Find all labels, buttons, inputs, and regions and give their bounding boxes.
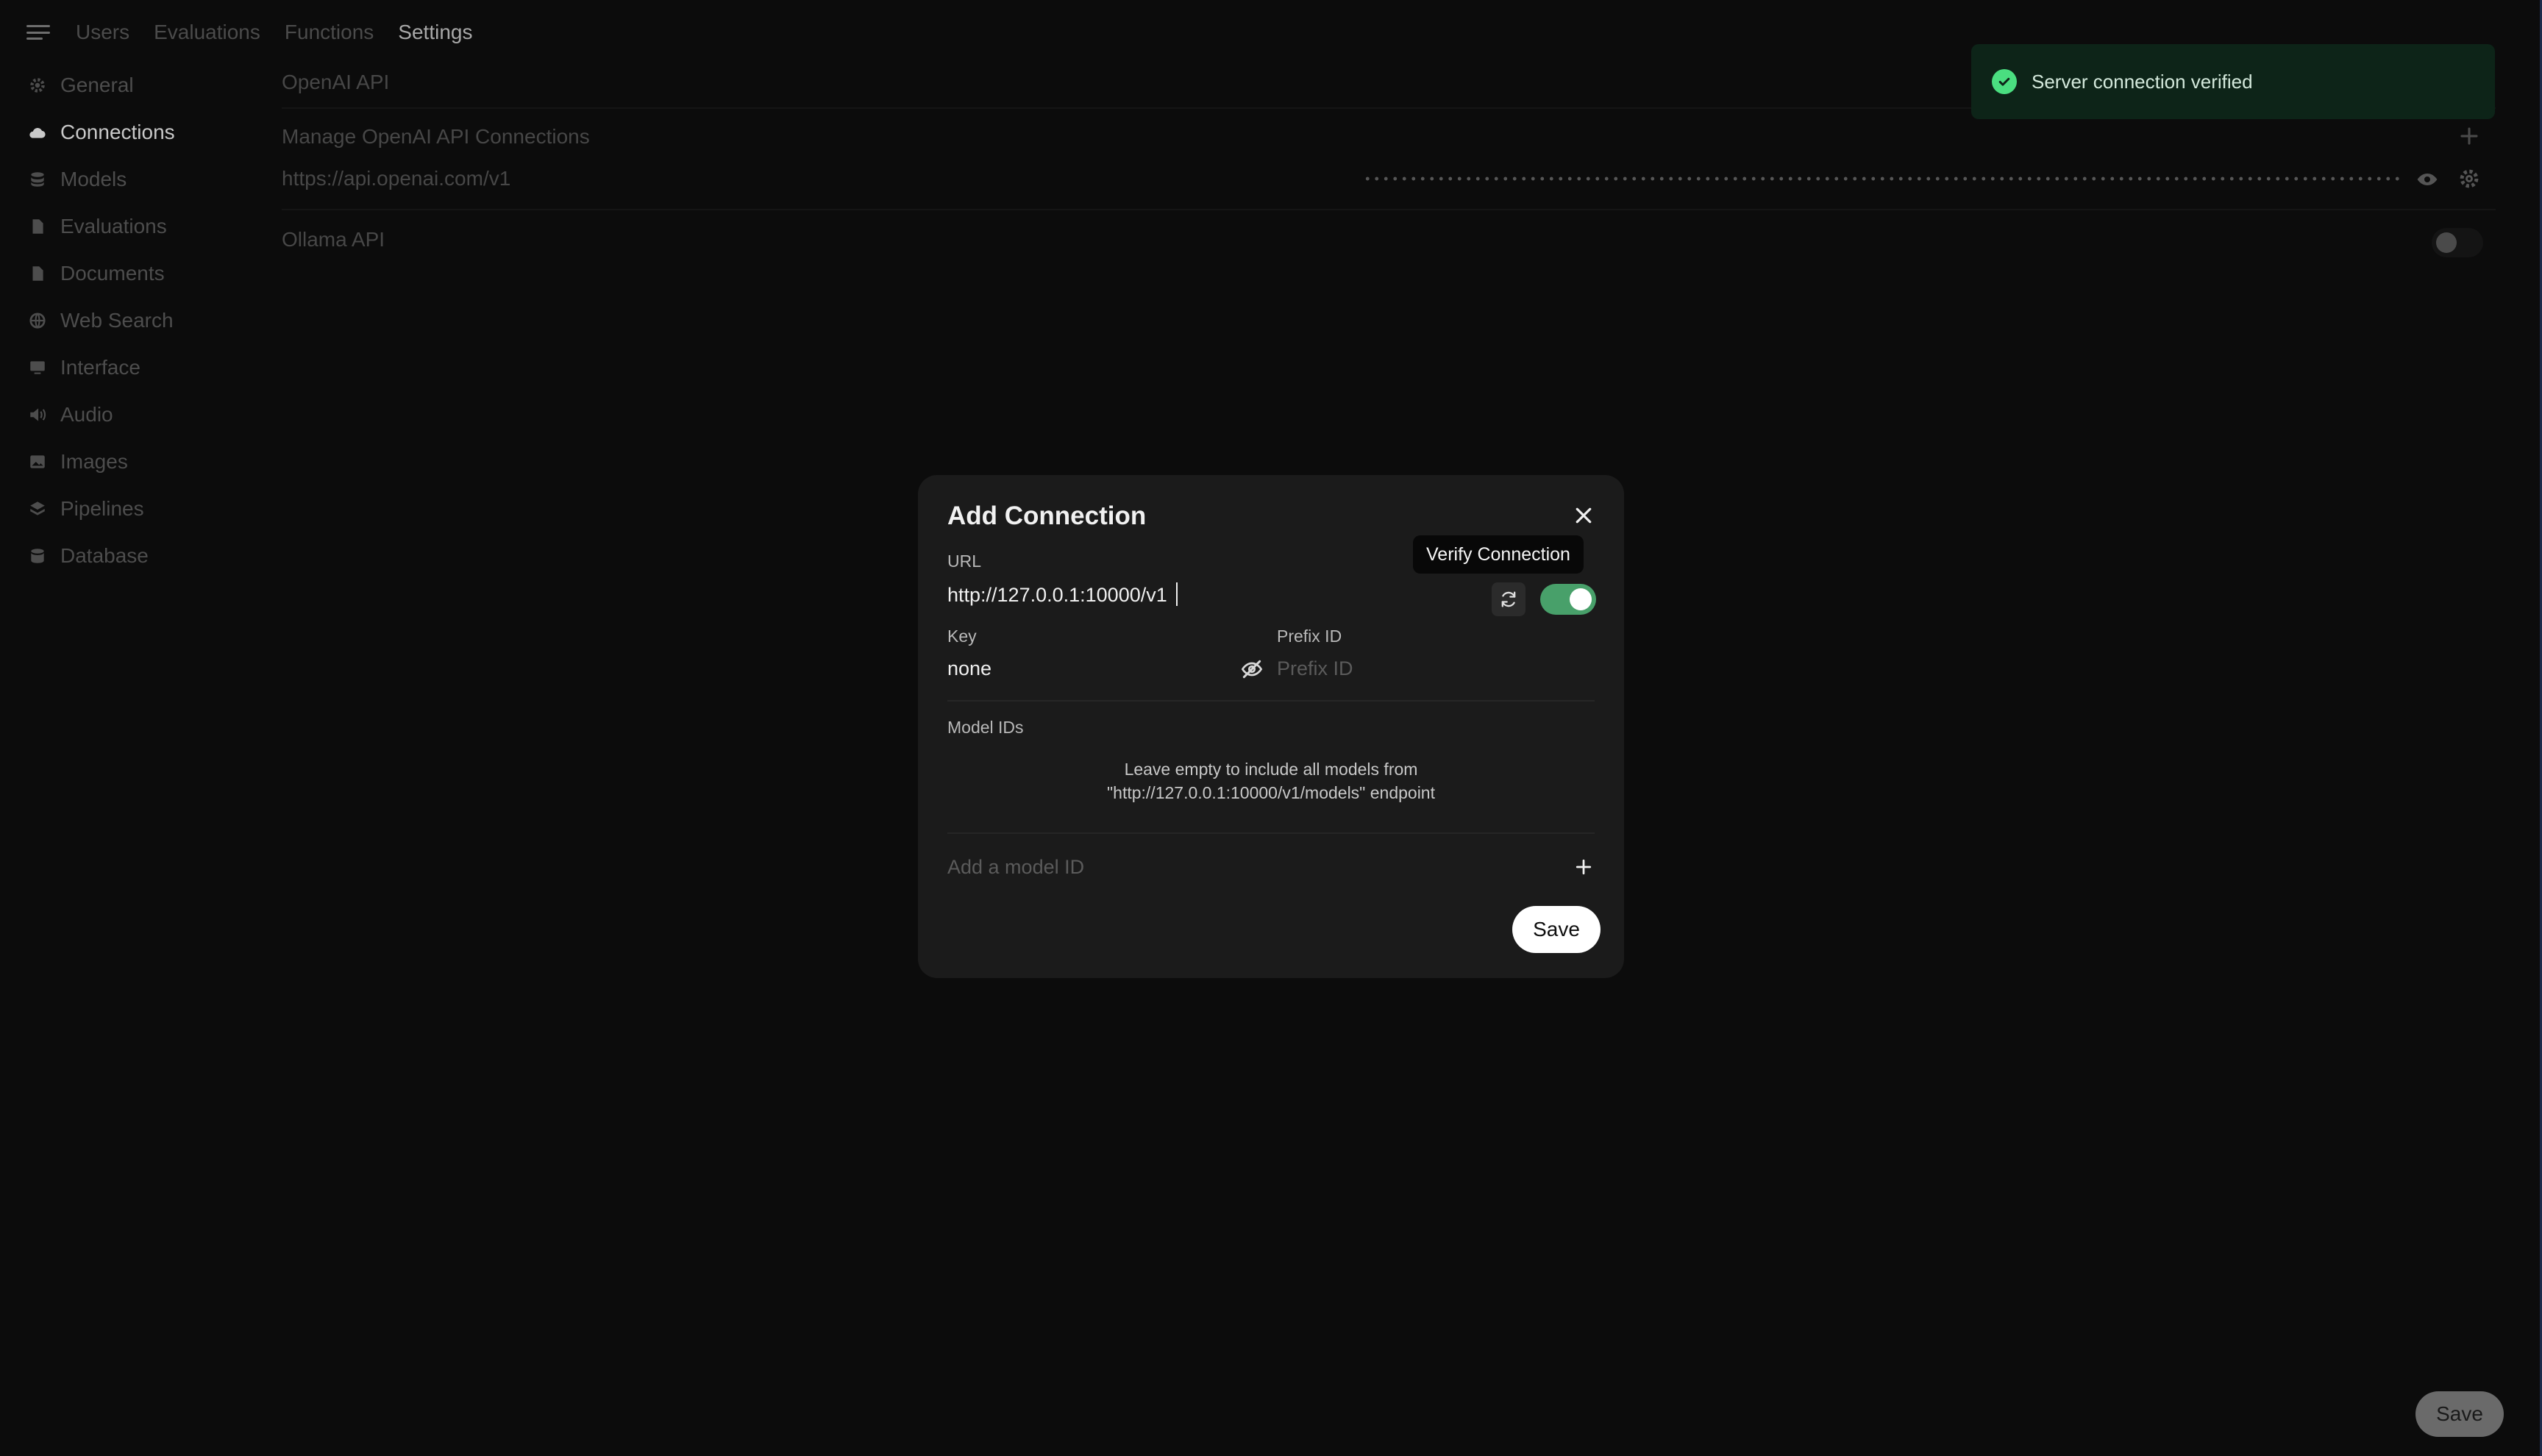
settings-sidebar: General Connections Models Evaluations D… bbox=[28, 62, 249, 579]
key-label: Key bbox=[947, 627, 977, 646]
divider bbox=[282, 209, 2496, 210]
database-icon bbox=[28, 546, 47, 565]
eye-icon[interactable] bbox=[2415, 168, 2439, 191]
connection-enabled-toggle[interactable] bbox=[1540, 584, 1596, 615]
url-input[interactable]: http://127.0.0.1:10000/v1 bbox=[947, 584, 1167, 607]
add-model-icon[interactable] bbox=[1573, 856, 1595, 878]
hint-line: "http://127.0.0.1:10000/v1/models" endpo… bbox=[1107, 783, 1435, 802]
cube-stack-icon bbox=[28, 170, 47, 189]
settings-page: Users Evaluations Functions Settings Gen… bbox=[0, 0, 2542, 1456]
hint-line: Leave empty to include all models from bbox=[1124, 760, 1418, 779]
model-ids-hint: Leave empty to include all models from "… bbox=[947, 757, 1595, 804]
sidebar-item-label: Connections bbox=[60, 121, 175, 143]
document-icon bbox=[28, 217, 47, 236]
add-connection-modal: Add Connection URL http://127.0.0.1:1000… bbox=[918, 475, 1624, 978]
sidebar-item-audio[interactable]: Audio bbox=[28, 391, 249, 438]
document-icon bbox=[28, 264, 47, 283]
divider bbox=[947, 700, 1595, 702]
sidebar-item-web-search[interactable]: Web Search bbox=[28, 297, 249, 344]
sidebar-item-label: Images bbox=[60, 450, 128, 473]
ollama-api-heading: Ollama API bbox=[282, 228, 385, 251]
sidebar-item-images[interactable]: Images bbox=[28, 438, 249, 485]
verify-connection-button[interactable] bbox=[1492, 582, 1525, 616]
sidebar-item-evaluations[interactable]: Evaluations bbox=[28, 203, 249, 250]
add-model-id-input[interactable]: Add a model ID bbox=[947, 856, 1084, 879]
sidebar-item-label: Models bbox=[60, 168, 127, 190]
prefix-id-input[interactable]: Prefix ID bbox=[1277, 657, 1353, 680]
close-icon[interactable] bbox=[1573, 504, 1595, 527]
text-cursor bbox=[1176, 582, 1178, 606]
layers-icon bbox=[28, 499, 47, 518]
sidebar-item-label: Pipelines bbox=[60, 497, 144, 520]
speaker-icon bbox=[28, 405, 47, 424]
cloud-icon bbox=[28, 123, 47, 142]
ollama-toggle[interactable] bbox=[2432, 228, 2483, 257]
refresh-icon bbox=[1501, 591, 1516, 607]
sidebar-item-interface[interactable]: Interface bbox=[28, 344, 249, 391]
menu-icon[interactable] bbox=[26, 22, 51, 43]
openai-api-heading: OpenAI API bbox=[282, 71, 390, 93]
url-label: URL bbox=[947, 552, 982, 571]
sidebar-item-label: Audio bbox=[60, 403, 113, 426]
eye-slash-icon[interactable] bbox=[1240, 657, 1264, 681]
sidebar-item-pipelines[interactable]: Pipelines bbox=[28, 485, 249, 532]
settings-save-button[interactable]: Save bbox=[2415, 1391, 2504, 1437]
sidebar-item-models[interactable]: Models bbox=[28, 156, 249, 203]
sidebar-item-database[interactable]: Database bbox=[28, 532, 249, 579]
sidebar-item-label: Web Search bbox=[60, 309, 174, 332]
model-ids-label: Model IDs bbox=[947, 718, 1024, 737]
image-icon bbox=[28, 452, 47, 471]
sidebar-item-label: Database bbox=[60, 544, 149, 567]
nav-evaluations[interactable]: Evaluations bbox=[154, 21, 260, 44]
gear-icon bbox=[28, 76, 47, 95]
add-connection-icon[interactable] bbox=[2458, 125, 2480, 147]
toast-message: Server connection verified bbox=[2032, 70, 2253, 93]
key-input[interactable]: none bbox=[947, 657, 991, 680]
connection-url[interactable]: https://api.openai.com/v1 bbox=[282, 167, 510, 190]
sidebar-item-general[interactable]: General bbox=[28, 62, 249, 109]
modal-save-button[interactable]: Save bbox=[1512, 906, 1601, 953]
globe-icon bbox=[28, 311, 47, 330]
sidebar-item-documents[interactable]: Documents bbox=[28, 250, 249, 297]
sidebar-item-label: Evaluations bbox=[60, 215, 167, 238]
sidebar-item-label: General bbox=[60, 74, 134, 96]
nav-settings[interactable]: Settings bbox=[398, 21, 472, 44]
monitor-icon bbox=[28, 358, 47, 377]
top-nav: Users Evaluations Functions Settings bbox=[26, 16, 472, 49]
sidebar-item-label: Documents bbox=[60, 262, 165, 285]
manage-connections-label: Manage OpenAI API Connections bbox=[282, 125, 590, 148]
toast-notification: Server connection verified bbox=[1971, 44, 2495, 119]
divider bbox=[947, 832, 1595, 834]
verify-connection-tooltip: Verify Connection bbox=[1413, 535, 1584, 574]
nav-users[interactable]: Users bbox=[76, 21, 129, 44]
sidebar-item-connections[interactable]: Connections bbox=[28, 109, 249, 156]
check-circle-icon bbox=[1992, 69, 2017, 94]
sidebar-item-label: Interface bbox=[60, 356, 140, 379]
gear-icon[interactable] bbox=[2457, 166, 2482, 191]
nav-functions[interactable]: Functions bbox=[285, 21, 374, 44]
prefix-id-label: Prefix ID bbox=[1277, 627, 1342, 646]
api-key-masked[interactable] bbox=[1363, 176, 2402, 181]
modal-title: Add Connection bbox=[947, 502, 1147, 530]
